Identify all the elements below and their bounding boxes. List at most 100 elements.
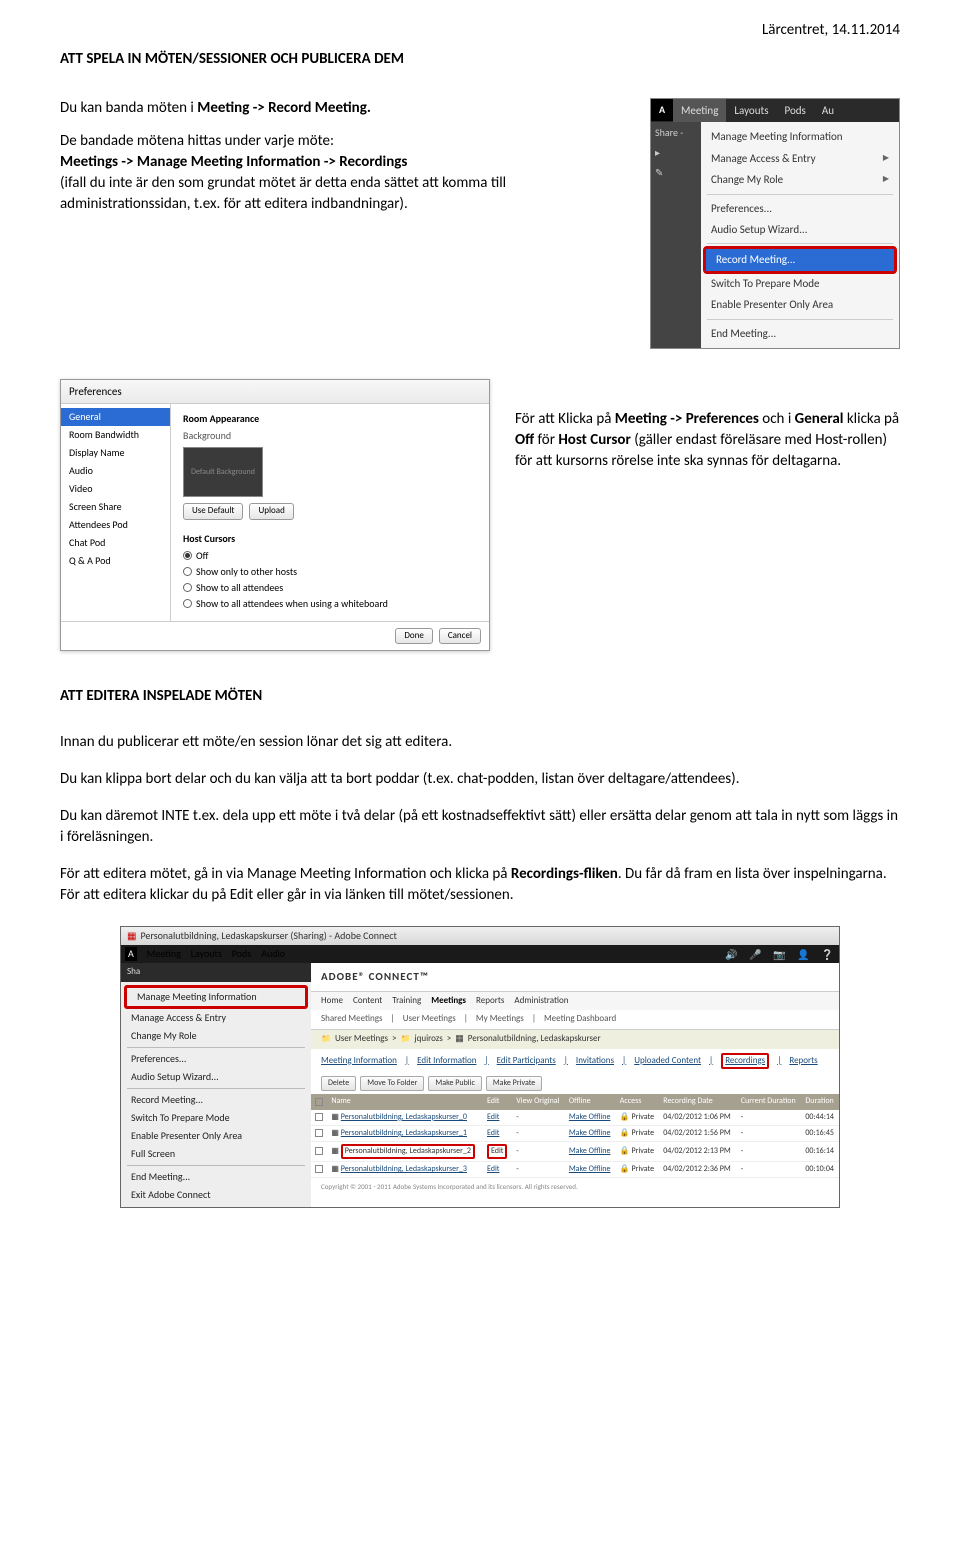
sidebar-item-video[interactable]: Video [61,480,170,498]
recording-name-link[interactable]: Personalutbildning, Ledaskapskurser_0 [341,1112,467,1122]
menu-presenter-only[interactable]: Enable Presenter Only Area [701,294,899,315]
menu-prepare-mode[interactable]: Switch To Prepare Mode [701,273,899,294]
menu-change-role[interactable]: Change My Role▶ [701,169,899,190]
menu-preferences[interactable]: Preferences... [121,1050,311,1068]
edit-link[interactable]: Edit [487,1128,500,1138]
tab-layouts[interactable]: Layouts [726,99,776,122]
menu-preferences[interactable]: Preferences... [701,198,899,219]
subnav-user[interactable]: User Meetings [403,1013,456,1026]
menu-manage-meeting-info[interactable]: Manage Meeting Information [124,985,308,1009]
move-button[interactable]: Move To Folder [360,1076,424,1091]
tab-recordings[interactable]: Recordings [721,1053,769,1070]
sidebar-item-qa[interactable]: Q & A Pod [61,552,170,570]
window-title: Personalutbildning, Ledaskapskurser (Sha… [140,929,396,943]
crumb-user[interactable]: jquirozs [414,1033,442,1046]
tab-pods[interactable]: Pods [777,99,814,122]
camera-icon[interactable]: 📷 [773,948,787,960]
make-offline-link[interactable]: Make Offline [569,1146,611,1156]
speaker-icon[interactable]: 🔊 [725,948,739,960]
make-offline-link[interactable]: Make Offline [569,1112,611,1122]
recording-icon: ▦ [331,1112,339,1122]
use-default-button[interactable]: Use Default [183,503,243,520]
nav-admin[interactable]: Administration [514,995,568,1008]
menu-audio[interactable]: Audio [261,947,285,961]
recording-name-link[interactable]: Personalutbildning, Ledaskapskurser_2 [341,1144,475,1159]
done-button[interactable]: Done [395,628,433,645]
menu-layouts[interactable]: Layouts [191,947,222,961]
radio-hosts[interactable]: Show only to other hosts [183,565,477,579]
sidebar-item-bandwidth[interactable]: Room Bandwidth [61,426,170,444]
upload-button[interactable]: Upload [249,503,293,520]
nav-home[interactable]: Home [321,995,343,1008]
subnav-dashboard[interactable]: Meeting Dashboard [544,1013,616,1026]
menu-exit[interactable]: Exit Adobe Connect [121,1186,311,1204]
menu-end-meeting[interactable]: End Meeting... [701,323,899,344]
text-bold: Recordings-fliken [511,865,618,883]
nav-content[interactable]: Content [353,995,382,1008]
nav-meetings[interactable]: Meetings [431,995,466,1008]
tab-meeting[interactable]: Meeting [673,99,726,122]
tab-meeting-info[interactable]: Meeting Information [321,1055,397,1068]
sidebar-item-display-name[interactable]: Display Name [61,444,170,462]
radio-all[interactable]: Show to all attendees [183,581,477,595]
crumb-user-meetings[interactable]: User Meetings [335,1033,388,1046]
checkbox-all[interactable] [315,1098,323,1106]
edit-link[interactable]: Edit [487,1164,500,1174]
cell-duration: 00:10:04 [801,1162,839,1178]
menu-record-meeting[interactable]: Record Meeting... [706,249,894,270]
edit-link[interactable]: Edit [487,1144,508,1159]
make-private-button[interactable]: Make Private [486,1076,542,1091]
th-name[interactable]: Name [327,1094,483,1109]
sidebar-item-screenshare[interactable]: Screen Share [61,498,170,516]
menu-audio-wizard[interactable]: Audio Setup Wizard... [701,219,899,240]
subnav-shared[interactable]: Shared Meetings [321,1013,383,1026]
sidebar-item-general[interactable]: General [61,408,170,426]
tab-edit-participants[interactable]: Edit Participants [497,1055,556,1068]
menu-audio-wizard[interactable]: Audio Setup Wizard... [121,1068,311,1086]
tab-edit-info[interactable]: Edit Information [417,1055,476,1068]
nav-reports[interactable]: Reports [476,995,504,1008]
subnav-my[interactable]: My Meetings [476,1013,524,1026]
row-checkbox[interactable] [315,1165,323,1173]
menu-prepare-mode[interactable]: Switch To Prepare Mode [121,1109,311,1127]
menu-fullscreen[interactable]: Full Screen [121,1145,311,1163]
cancel-button[interactable]: Cancel [439,628,481,645]
menu-manage-access[interactable]: Manage Access & Entry▶ [701,148,899,169]
help-icon[interactable]: ❔ [821,948,835,960]
sidebar-item-audio[interactable]: Audio [61,462,170,480]
make-offline-link[interactable]: Make Offline [569,1128,611,1138]
microphone-icon[interactable]: 🎤 [749,948,763,960]
recording-name-link[interactable]: Personalutbildning, Ledaskapskurser_1 [341,1128,467,1138]
menu-presenter-only[interactable]: Enable Presenter Only Area [121,1127,311,1145]
person-icon[interactable]: 👤 [797,948,811,960]
make-offline-link[interactable]: Make Offline [569,1164,611,1174]
th-duration[interactable]: Duration [801,1094,839,1109]
menu-manage-access[interactable]: Manage Access & Entry [121,1009,311,1027]
brand-text: ADOBE® CONNECT™ [321,969,829,984]
crumb-meeting[interactable]: Personalutbildning, Ledaskapskurser [468,1033,601,1046]
th-recording-date[interactable]: Recording Date [659,1094,737,1109]
sidebar-item-attendees[interactable]: Attendees Pod [61,516,170,534]
row-checkbox[interactable] [315,1129,323,1137]
row-checkbox[interactable] [315,1147,323,1155]
recording-name-link[interactable]: Personalutbildning, Ledaskapskurser_3 [341,1164,467,1174]
menu-manage-meeting-info[interactable]: Manage Meeting Information [701,126,899,147]
menu-change-role[interactable]: Change My Role [121,1027,311,1045]
radio-off[interactable]: Off [183,549,477,563]
sidebar-item-chat[interactable]: Chat Pod [61,534,170,552]
tab-reports[interactable]: Reports [789,1055,817,1068]
menu-pods[interactable]: Pods [232,947,251,961]
tab-invitations[interactable]: Invitations [576,1055,614,1068]
tab-audio[interactable]: Au [814,99,842,122]
menu-record-meeting[interactable]: Record Meeting... [121,1091,311,1109]
tab-uploaded-content[interactable]: Uploaded Content [634,1055,701,1068]
delete-button[interactable]: Delete [321,1076,356,1091]
edit-link[interactable]: Edit [487,1112,500,1122]
menu-meeting[interactable]: Meeting [147,947,181,961]
cell-date: 04/02/2012 1:56 PM [659,1125,737,1141]
radio-whiteboard[interactable]: Show to all attendees when using a white… [183,597,477,611]
row-checkbox[interactable] [315,1113,323,1121]
make-public-button[interactable]: Make Public [428,1076,481,1091]
nav-training[interactable]: Training [392,995,421,1008]
menu-end-meeting[interactable]: End Meeting... [121,1168,311,1186]
